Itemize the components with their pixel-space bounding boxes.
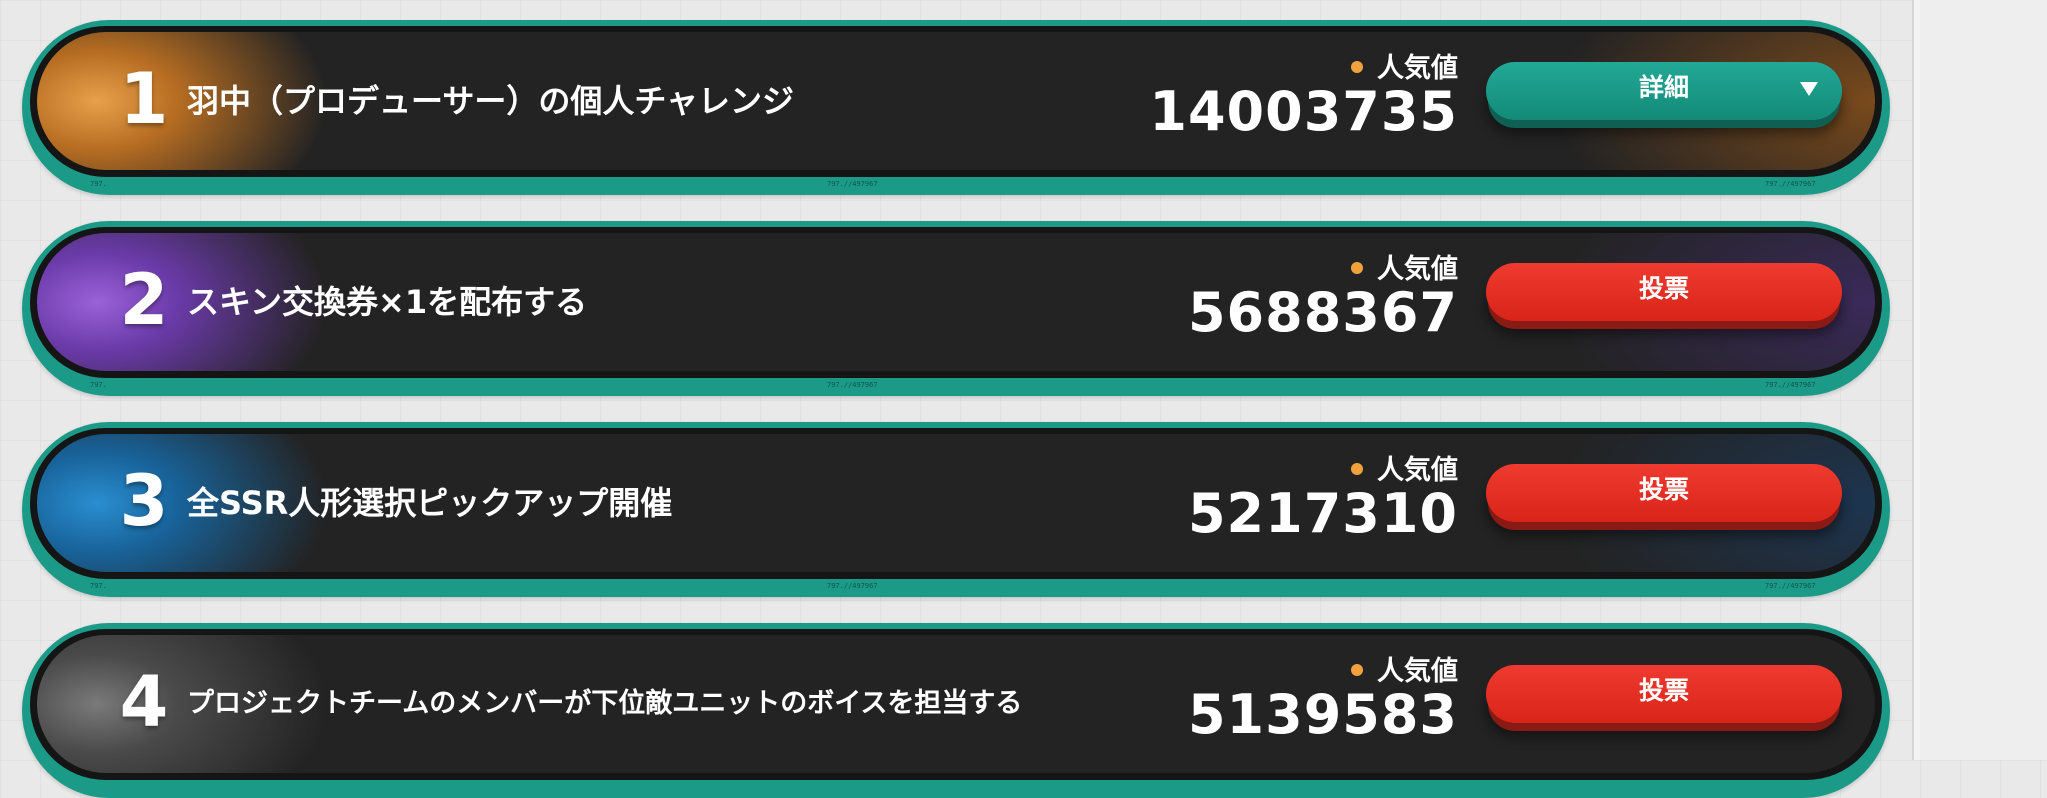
popularity-value: 14003735: [1149, 80, 1458, 143]
vote-button[interactable]: 投票: [1486, 263, 1842, 321]
card-frame: 4 プロジェクトチームのメンバーが下位敵ユニットのボイスを担当する 人気値 51…: [30, 629, 1882, 780]
card-body: 3 全SSR人形選択ピックアップ開催 人気値 5217310 投票: [37, 434, 1875, 572]
rank-number: 2: [119, 259, 169, 341]
button-label: 投票: [1638, 475, 1689, 504]
orange-dot-icon: [1351, 60, 1363, 73]
deco-code-mid: 797.//497967: [827, 582, 878, 590]
card-frame: 3 全SSR人形選択ピックアップ開催 人気値 5217310 投票: [30, 428, 1882, 579]
popularity-value: 5688367: [1187, 281, 1458, 344]
triangle-down-icon[interactable]: [1800, 82, 1818, 96]
vote-button[interactable]: 投票: [1486, 665, 1842, 723]
card-frame: 2 スキン交換券×1を配布する 人気値 5688367 投票: [30, 227, 1882, 378]
item-title: スキン交換券×1を配布する: [187, 283, 588, 321]
orange-dot-icon: [1351, 663, 1363, 676]
item-title: 羽中（プロデューサー）の個人チャレンジ: [187, 82, 795, 120]
deco-code-right: 797.//497967: [1765, 180, 1816, 188]
deco-code-right: 797.//497967: [1765, 381, 1816, 389]
deco-code-right: 797.//497967: [1765, 582, 1816, 590]
item-title: プロジェクトチームのメンバーが下位敵ユニットのボイスを担当する: [187, 688, 1023, 719]
ranking-card-1: 1 羽中（プロデューサー）の個人チャレンジ 人気値 14003735 詳細 79…: [22, 20, 1890, 195]
card-body: 2 スキン交換券×1を配布する 人気値 5688367 投票: [37, 233, 1875, 371]
orange-dot-icon: [1351, 462, 1363, 475]
vote-button[interactable]: 投票: [1486, 464, 1842, 522]
popularity-value: 5217310: [1187, 482, 1458, 545]
button-label: 投票: [1638, 676, 1689, 705]
orange-dot-icon: [1351, 261, 1363, 274]
deco-code-left: 797.: [90, 582, 107, 590]
card-frame: 1 羽中（プロデューサー）の個人チャレンジ 人気値 14003735 詳細: [30, 26, 1882, 177]
ranking-card-2: 2 スキン交換券×1を配布する 人気値 5688367 投票 797. 797.…: [22, 221, 1890, 396]
side-panel: [1920, 0, 2047, 760]
button-label: 詳細: [1638, 73, 1689, 102]
deco-code-mid: 797.//497967: [827, 381, 878, 389]
card-body: 1 羽中（プロデューサー）の個人チャレンジ 人気値 14003735 詳細: [37, 32, 1875, 170]
deco-code-mid: 797.//497967: [827, 180, 878, 188]
ranking-card-4: 4 プロジェクトチームのメンバーが下位敵ユニットのボイスを担当する 人気値 51…: [22, 623, 1890, 798]
rank-number: 4: [119, 661, 169, 743]
card-body: 4 プロジェクトチームのメンバーが下位敵ユニットのボイスを担当する 人気値 51…: [37, 635, 1875, 773]
details-button[interactable]: 詳細: [1486, 62, 1842, 120]
ranking-card-3: 3 全SSR人形選択ピックアップ開催 人気値 5217310 投票 797. 7…: [22, 422, 1890, 597]
deco-code-left: 797.: [90, 180, 107, 188]
popularity-value: 5139583: [1187, 683, 1458, 746]
button-label: 投票: [1638, 274, 1689, 303]
deco-code-left: 797.: [90, 381, 107, 389]
rank-number: 1: [119, 58, 169, 140]
rank-number: 3: [119, 460, 169, 542]
item-title: 全SSR人形選択ピックアップ開催: [187, 484, 673, 522]
